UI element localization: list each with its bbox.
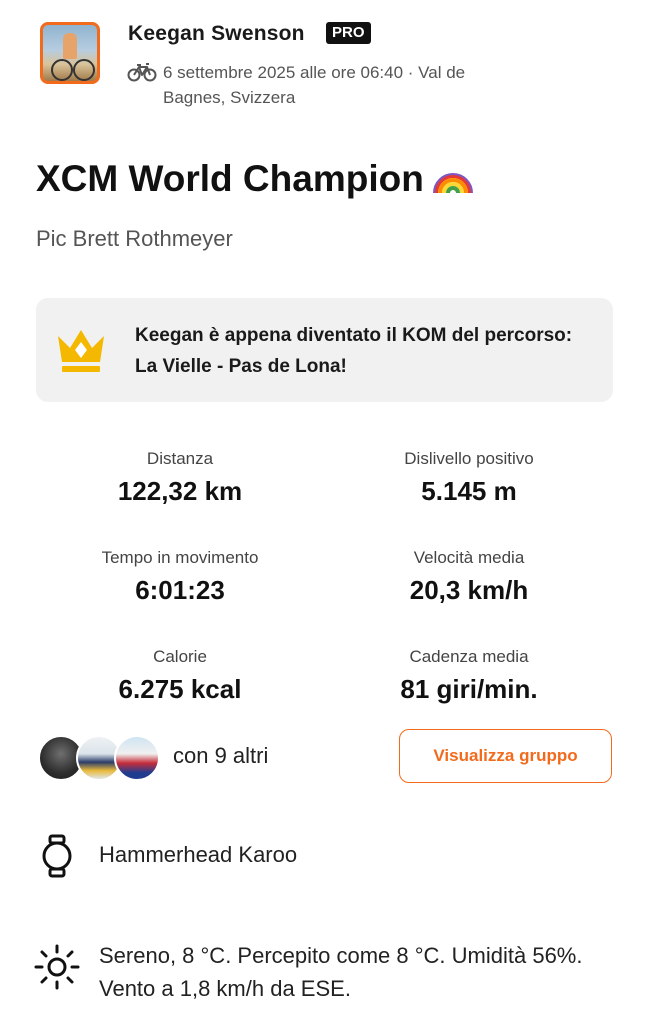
kom-text: Keegan è appena diventato il KOM del per… (135, 325, 573, 377)
stat-distance: Distanza 122,32 km (40, 449, 320, 507)
avatar-rider-shape (63, 33, 77, 59)
athlete-name[interactable]: Keegan Swenson (128, 22, 305, 46)
stat-elevation-gain: Dislivello positivo 5.145 m (329, 449, 609, 507)
view-group-button[interactable]: Visualizza gruppo (399, 729, 612, 783)
stat-label: Dislivello positivo (404, 449, 534, 468)
group-others-count[interactable]: con 9 altri (173, 743, 268, 769)
stat-moving-time: Tempo in movimento 6:01:23 (40, 548, 320, 606)
stat-value: 81 giri/min. (400, 674, 538, 704)
stat-label: Cadenza media (409, 647, 529, 666)
weather-summary: Sereno, 8 °C. Percepito come 8 °C. Umidi… (99, 943, 583, 1001)
stat-average-cadence: Cadenza media 81 giri/min. (329, 647, 609, 705)
activity-title-text: XCM World Champion (36, 158, 424, 199)
crown-icon (58, 330, 104, 372)
activity-header: Keegan Swenson PRO 6 settembre 2025 alle… (0, 0, 647, 120)
avatar-wheel-shape (51, 59, 73, 81)
rainbow-icon (432, 173, 473, 194)
watch-icon (42, 834, 72, 878)
stat-label: Calorie (153, 647, 207, 666)
stat-label: Velocità media (413, 548, 525, 567)
stat-value: 5.145 m (421, 476, 517, 506)
stat-value: 6:01:23 (135, 575, 225, 605)
stat-calories: Calorie 6.275 kcal (40, 647, 320, 705)
participant-avatar[interactable] (114, 735, 160, 781)
stat-average-speed: Velocità media 20,3 km/h (329, 548, 609, 606)
athlete-avatar[interactable] (40, 22, 100, 84)
pro-badge: PRO (326, 22, 371, 44)
stat-value: 122,32 km (117, 476, 243, 506)
group-participants[interactable] (38, 735, 168, 781)
activity-title: XCM World Champion (36, 158, 474, 200)
sun-icon (34, 944, 80, 990)
stat-label: Distanza (146, 449, 214, 468)
stat-value: 6.275 kcal (118, 674, 242, 704)
bike-icon (127, 63, 157, 82)
activity-date-location: 6 settembre 2025 alle ore 06:40 · Val de… (163, 63, 466, 107)
avatar-wheel-shape (73, 59, 95, 81)
stat-value: 20,3 km/h (409, 575, 529, 605)
activity-description: Pic Brett Rothmeyer (36, 226, 233, 251)
kom-achievement-card[interactable]: Keegan è appena diventato il KOM del per… (36, 298, 613, 402)
device-name: Hammerhead Karoo (99, 842, 298, 867)
stat-label: Tempo in movimento (101, 548, 259, 567)
